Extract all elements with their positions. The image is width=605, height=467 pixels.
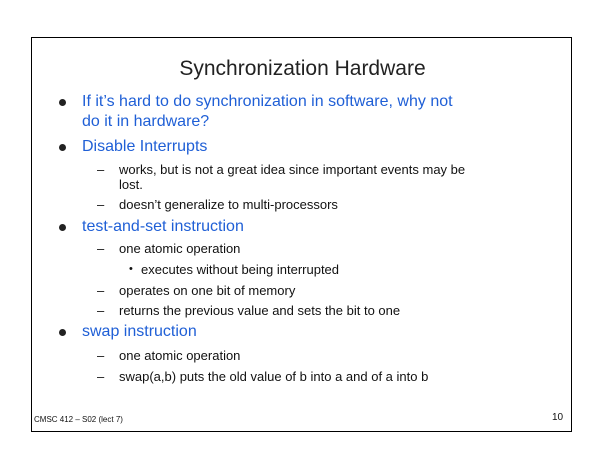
bullet-3-sub-2: operates on one bit of memory xyxy=(119,283,296,298)
bullet-2-sub-1-line-1: works, but is not a great idea since imp… xyxy=(119,162,466,177)
bullet-3-sub-1: one atomic operation xyxy=(119,241,241,256)
page-number: 10 xyxy=(552,412,564,423)
dash-marker: – xyxy=(97,197,105,212)
bullet-2-line-1: Disable Interrupts xyxy=(82,138,208,155)
bullet-3-line-1: test-and-set instruction xyxy=(82,218,244,235)
bullet-4-line-1: swap instruction xyxy=(82,323,197,340)
slide-title: Synchronization Hardware xyxy=(179,57,426,80)
dash-marker: – xyxy=(97,369,105,384)
dash-marker: – xyxy=(97,348,105,363)
bullet-3-sub-3: returns the previous value and sets the … xyxy=(119,303,401,318)
bullet-1-line-1: If it’s hard to do synchronization in so… xyxy=(82,93,453,110)
bullet-dot xyxy=(59,224,66,231)
dash-marker: – xyxy=(97,303,105,318)
bullet-dot xyxy=(59,99,66,106)
bullet-3-sub-1-subsub-1: executes without being interrupted xyxy=(141,262,340,277)
dash-marker: – xyxy=(97,283,105,298)
bullet-2-sub-1-line-2: lost. xyxy=(119,177,143,192)
bullet-1-line-2: do it in hardware? xyxy=(82,113,210,130)
dash-marker: – xyxy=(97,162,105,177)
bullet-dot xyxy=(59,329,66,336)
subsub-marker: • xyxy=(129,263,133,275)
bullet-4-sub-1: one atomic operation xyxy=(119,348,241,363)
bullet-4-sub-2: swap(a,b) puts the old value of b into a… xyxy=(119,369,429,384)
footer-course-label: CMSC 412 – S02 (lect 7) xyxy=(34,415,123,424)
dash-marker: – xyxy=(97,241,105,256)
bullet-2-sub-2: doesn’t generalize to multi-processors xyxy=(119,197,338,212)
bullet-dot xyxy=(59,144,66,151)
